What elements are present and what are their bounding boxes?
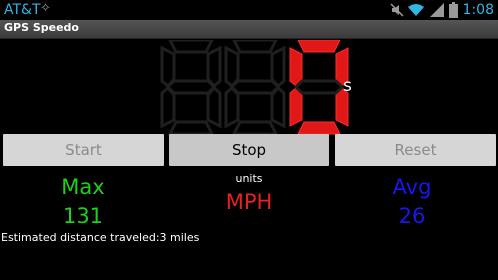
digit-1-segment-c <box>270 85 286 129</box>
digit-2-segment-d <box>297 121 341 135</box>
app-title: GPS Speedo <box>4 21 79 34</box>
digit-1-segment-g <box>229 79 281 95</box>
digit-0-segment-a <box>168 40 214 54</box>
digit-0-segment-b <box>206 45 222 89</box>
max-value: 131 <box>62 204 104 228</box>
avg-value: 26 <box>398 204 426 228</box>
max-label: Max <box>61 175 105 199</box>
digit-2-segment-a <box>297 40 341 53</box>
carrier-name: AT&T <box>4 2 41 18</box>
wifi-icon <box>408 4 424 16</box>
usb-debug-icon: ✧ <box>40 1 51 16</box>
digit-2-segment-f <box>289 47 303 87</box>
reset-button[interactable]: Reset <box>335 134 496 166</box>
clock: 1:08 <box>462 2 494 18</box>
digit-2-segment-g <box>293 79 345 95</box>
digit-2-segment-e <box>289 87 303 127</box>
speed-unit-label: s <box>343 76 352 96</box>
battery-icon <box>449 2 458 18</box>
stop-button[interactable]: Stop <box>169 134 329 166</box>
digit-1-segment-a <box>232 40 278 54</box>
units-label: units <box>235 172 263 185</box>
start-button[interactable]: Start <box>3 134 164 166</box>
digit-0-segment-f <box>160 45 176 89</box>
digit-1-segment-e <box>224 85 240 129</box>
status-bar: AT&T ✧ 1:08 <box>0 0 498 20</box>
mute-icon <box>390 3 404 17</box>
distance-text: Estimated distance traveled:3 miles <box>1 231 200 244</box>
avg-label: Avg <box>392 175 432 199</box>
digit-0-segment-e <box>160 85 176 129</box>
title-bar: GPS Speedo <box>0 20 498 39</box>
signal-icon <box>430 3 444 17</box>
digit-0-segment-c <box>206 85 222 129</box>
digit-0-segment-d <box>167 120 215 136</box>
digit-0-segment-g <box>165 79 217 95</box>
speed-display <box>160 40 349 136</box>
digit-1-segment-b <box>270 45 286 89</box>
digit-1-segment-f <box>224 45 240 89</box>
units-value[interactable]: MPH <box>199 190 299 214</box>
digit-1-segment-d <box>231 120 279 136</box>
